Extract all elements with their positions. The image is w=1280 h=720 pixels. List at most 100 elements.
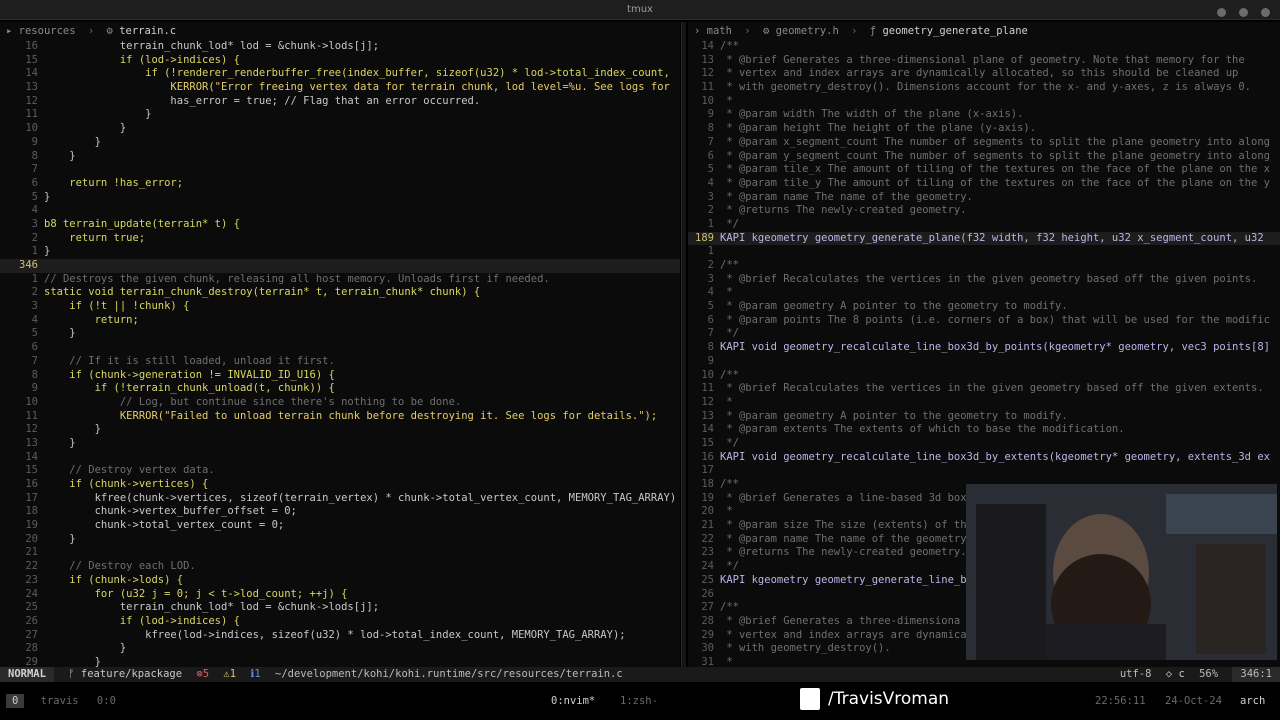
line-text: return !has_error; (44, 176, 184, 189)
code-line[interactable]: 18 chunk->vertex_buffer_offset = 0; (0, 505, 680, 519)
tmux-window-zsh[interactable]: 1:zsh- (620, 682, 658, 720)
code-line[interactable]: 10 * (688, 95, 1280, 109)
code-line[interactable]: 8 if (chunk->generation != INVALID_ID_U1… (0, 369, 680, 383)
breadcrumb-file[interactable]: terrain.c (119, 25, 176, 37)
code-line[interactable]: 17 (688, 464, 1280, 478)
minimize-button[interactable] (1216, 8, 1226, 17)
code-line[interactable]: 11 * with geometry_destroy(). Dimensions… (688, 81, 1280, 95)
code-line[interactable]: 8 } (0, 150, 680, 164)
code-line[interactable]: 19 chunk->total_vertex_count = 0; (0, 519, 680, 533)
code-line[interactable]: 7 * @param x_segment_count The number of… (688, 136, 1280, 150)
code-line[interactable]: 15 if (lod->indices) { (0, 54, 680, 68)
code-line[interactable]: 7 (0, 163, 680, 177)
code-line[interactable]: 29 } (0, 656, 680, 667)
code-line[interactable]: 3 if (!t || !chunk) { (0, 300, 680, 314)
code-line[interactable]: 4 return; (0, 314, 680, 328)
code-line[interactable]: 27 kfree(lod->indices, sizeof(u32) * lod… (0, 629, 680, 643)
code-line[interactable]: 12 has_error = true; // Flag that an err… (0, 95, 680, 109)
close-button[interactable] (1261, 8, 1270, 17)
code-line[interactable]: 16 KAPI void geometry_recalculate_line_bo… (688, 451, 1280, 465)
tmux-window-nvim[interactable]: 0:nvim* (551, 682, 595, 720)
code-line[interactable]: 1 */ (688, 218, 1280, 232)
code-line[interactable]: 3 b8 terrain_update(terrain* t) { (0, 218, 680, 232)
code-line[interactable]: 2 return true; (0, 232, 680, 246)
code-line[interactable]: 4 * @param tile_y The amount of tiling o… (688, 177, 1280, 191)
line-number: 14 (25, 67, 38, 80)
code-line[interactable]: 5 * @param tile_x The amount of tiling o… (688, 163, 1280, 177)
code-line[interactable]: 8 KAPI void geometry_recalculate_line_box… (688, 341, 1280, 355)
code-line[interactable]: 25 terrain_chunk_lod* lod = &chunk->lods… (0, 601, 680, 615)
code-line[interactable]: 10 /** (688, 369, 1280, 383)
code-line[interactable]: 13 KERROR("Error freeing vertex data for… (0, 81, 680, 95)
editor-pane-left[interactable]: ▸ resources › ⚙ terrain.c 16 terrain_chu… (0, 22, 680, 667)
code-line[interactable]: 6 * @param y_segment_count The number of… (688, 150, 1280, 164)
code-line[interactable]: 21 (0, 546, 680, 560)
breadcrumb-file[interactable]: geometry.h (776, 25, 839, 37)
code-line[interactable]: 1} (0, 245, 680, 259)
breadcrumb-folder[interactable]: math (707, 25, 732, 37)
code-line[interactable]: 12 } (0, 423, 680, 437)
code-line[interactable]: 9 (688, 355, 1280, 369)
git-branch-icon: ᚠ (68, 668, 75, 680)
git-branch: feature/kpackage (80, 668, 183, 680)
maximize-button[interactable] (1238, 8, 1248, 17)
code-line[interactable]: 20 } (0, 533, 680, 547)
code-line[interactable]: 7 // If it is still loaded, unload it fi… (0, 355, 680, 369)
code-line[interactable]: 9 * @param width The width of the plane … (688, 108, 1280, 122)
code-line[interactable]: 13 * @param geometry A pointer to the ge… (688, 410, 1280, 424)
code-line[interactable]: 14 * @param extents The extents of which… (688, 423, 1280, 437)
code-line[interactable]: 15 // Destroy vertex data. (0, 464, 680, 478)
line-text: } (44, 532, 76, 545)
code-line[interactable]: 26 if (lod->indices) { (0, 615, 680, 629)
code-line[interactable]: 12 * (688, 396, 1280, 410)
code-line-current[interactable]: 346 (0, 259, 680, 273)
code-line[interactable]: 9 } (0, 136, 680, 150)
code-line[interactable]: 6 (0, 341, 680, 355)
code-line[interactable]: 6 * @param points The 8 points (i.e. cor… (688, 314, 1280, 328)
code-line[interactable]: 2 /** (688, 259, 1280, 273)
code-line[interactable]: 14 if (!renderer_renderbuffer_free(index… (0, 67, 680, 81)
code-line[interactable]: 24 for (u32 j = 0; j < t->lod_count; ++j… (0, 588, 680, 602)
code-line[interactable]: 16 terrain_chunk_lod* lod = &chunk->lods… (0, 40, 680, 54)
code-line[interactable]: 28 } (0, 642, 680, 656)
error-count: 5 (202, 668, 210, 680)
code-line[interactable]: 17 kfree(chunk->vertices, sizeof(terrain… (0, 492, 680, 506)
code-line[interactable]: 2 * @returns The newly-created geometry. (688, 204, 1280, 218)
code-line[interactable]: 13 } (0, 437, 680, 451)
code-line[interactable]: 11 * @brief Recalculates the vertices in… (688, 382, 1280, 396)
code-lines[interactable]: 16 terrain_chunk_lod* lod = &chunk->lods… (0, 40, 680, 667)
code-line[interactable]: 16 if (chunk->vertices) { (0, 478, 680, 492)
code-line[interactable]: 4 * (688, 286, 1280, 300)
code-line[interactable]: 5 * @param geometry A pointer to the geo… (688, 300, 1280, 314)
code-line[interactable]: 11 KERROR("Failed to unload terrain chun… (0, 410, 680, 424)
tmux-session-index[interactable]: 0 (6, 694, 25, 708)
code-line[interactable]: 14 (0, 451, 680, 465)
code-line[interactable]: 8 * @param height The height of the plan… (688, 122, 1280, 136)
code-line[interactable]: 23 if (chunk->lods) { (0, 574, 680, 588)
code-line[interactable]: 11 } (0, 108, 680, 122)
code-line[interactable]: 1 // Destroys the given chunk, releasing … (0, 273, 680, 287)
pane-divider[interactable] (681, 22, 686, 667)
warning-count: 1 (229, 668, 237, 680)
code-line[interactable]: 5 } (0, 327, 680, 341)
code-line[interactable]: 22 // Destroy each LOD. (0, 560, 680, 574)
code-line[interactable]: 4 (0, 204, 680, 218)
code-line[interactable]: 10 } (0, 122, 680, 136)
breadcrumb-folder[interactable]: resources (19, 25, 76, 37)
code-line[interactable]: 3 * @brief Recalculates the vertices in … (688, 273, 1280, 287)
code-line[interactable]: 2 static void terrain_chunk_destroy(terra… (0, 286, 680, 300)
code-line[interactable]: 14 /** (688, 40, 1280, 54)
line-text: static void terrain_chunk_destroy(terrai… (44, 286, 481, 299)
breadcrumb-symbol[interactable]: geometry_generate_plane (882, 25, 1027, 37)
code-line[interactable]: 6 return !has_error; (0, 177, 680, 191)
code-line[interactable]: 12 * vertex and index arrays are dynamic… (688, 67, 1280, 81)
code-line[interactable]: 15 */ (688, 437, 1280, 451)
code-line[interactable]: 1 (688, 245, 1280, 259)
code-line[interactable]: 13 * @brief Generates a three-dimensiona… (688, 54, 1280, 68)
code-line-current[interactable]: 189 KAPI kgeometry geometry_generate_plan… (688, 231, 1280, 246)
code-line[interactable]: 7 */ (688, 327, 1280, 341)
code-line[interactable]: 5} (0, 191, 680, 205)
code-line[interactable]: 10 // Log, but continue since there's no… (0, 396, 680, 410)
code-line[interactable]: 9 if (!terrain_chunk_unload(t, chunk)) { (0, 382, 680, 396)
code-line[interactable]: 3 * @param name The name of the geometry… (688, 191, 1280, 205)
